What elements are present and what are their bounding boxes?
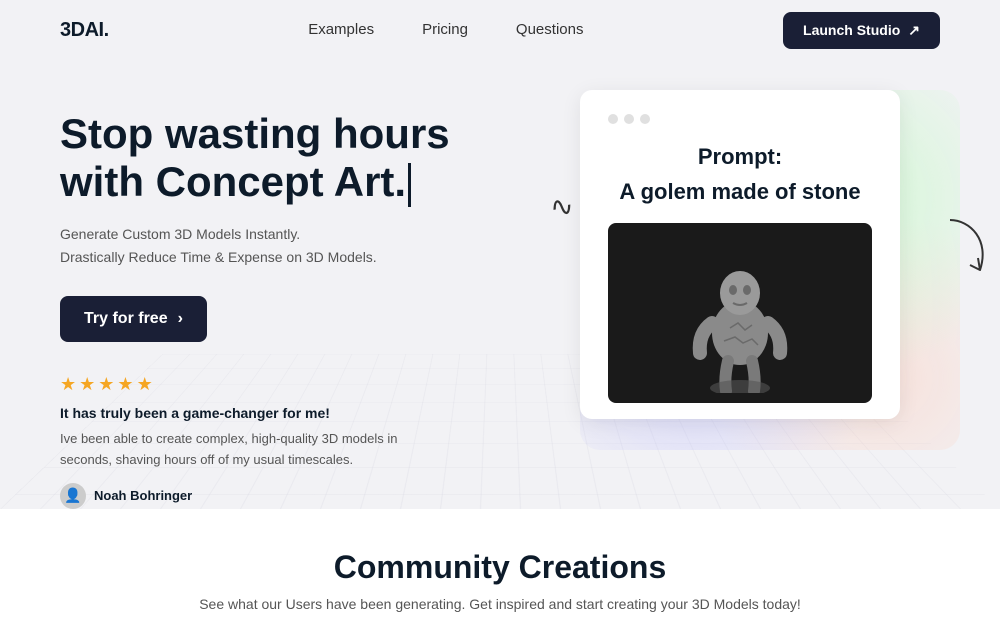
hero-section: Stop wasting hours with Concept Art. Gen… (0, 60, 1000, 509)
card-dots (608, 114, 872, 124)
dot-1 (608, 114, 618, 124)
star-1: ★ (60, 374, 76, 395)
nav-item-examples[interactable]: Examples (308, 21, 374, 39)
nav-link-examples[interactable]: Examples (308, 21, 374, 38)
star-2: ★ (79, 374, 95, 395)
star-3: ★ (98, 374, 114, 395)
testimonial-author: 👤 Noah Bohringer (60, 483, 580, 509)
testimonial-text: Ive been able to create complex, high-qu… (60, 429, 400, 471)
community-title: Community Creations (60, 549, 940, 586)
prompt-label: Prompt: (608, 144, 872, 170)
hero-left: Stop wasting hours with Concept Art. Gen… (60, 100, 580, 509)
star-5: ★ (137, 374, 153, 395)
star-4: ★ (117, 374, 133, 395)
author-name: Noah Bohringer (94, 488, 192, 503)
hero-title: Stop wasting hours with Concept Art. (60, 110, 480, 207)
community-section: Community Creations See what our Users h… (0, 509, 1000, 632)
dot-3 (640, 114, 650, 124)
testimonial-title: It has truly been a game-changer for me! (60, 405, 580, 421)
launch-arrow-icon: ↗ (908, 22, 920, 39)
dot-2 (624, 114, 634, 124)
community-subtitle: See what our Users have been generating.… (60, 596, 940, 612)
nav-item-questions[interactable]: Questions (516, 21, 584, 39)
arrow-decoration (940, 210, 1000, 302)
avatar: 👤 (60, 483, 86, 509)
try-free-button[interactable]: Try for free › (60, 296, 207, 342)
nav-link-pricing[interactable]: Pricing (422, 21, 468, 38)
nav-item-pricing[interactable]: Pricing (422, 21, 468, 39)
nav-link-questions[interactable]: Questions (516, 21, 584, 38)
prompt-text: A golem made of stone (608, 178, 872, 207)
prompt-card: Prompt: A golem made of stone (580, 90, 900, 419)
hero-right: ∿ Prompt: A golem made of stone (580, 90, 940, 419)
navbar: 3DAI. Examples Pricing Questions Launch … (0, 0, 1000, 60)
nav-links: Examples Pricing Questions (308, 21, 583, 39)
launch-studio-label: Launch Studio (803, 22, 900, 38)
hero-subtitle: Generate Custom 3D Models Instantly. Dra… (60, 223, 380, 268)
cta-arrow-icon: › (178, 310, 183, 328)
star-rating: ★ ★ ★ ★ ★ (60, 374, 580, 395)
try-free-label: Try for free (84, 310, 168, 328)
logo: 3DAI. (60, 19, 109, 42)
golem-image (608, 223, 872, 403)
launch-studio-button[interactable]: Launch Studio ↗ (783, 12, 940, 49)
